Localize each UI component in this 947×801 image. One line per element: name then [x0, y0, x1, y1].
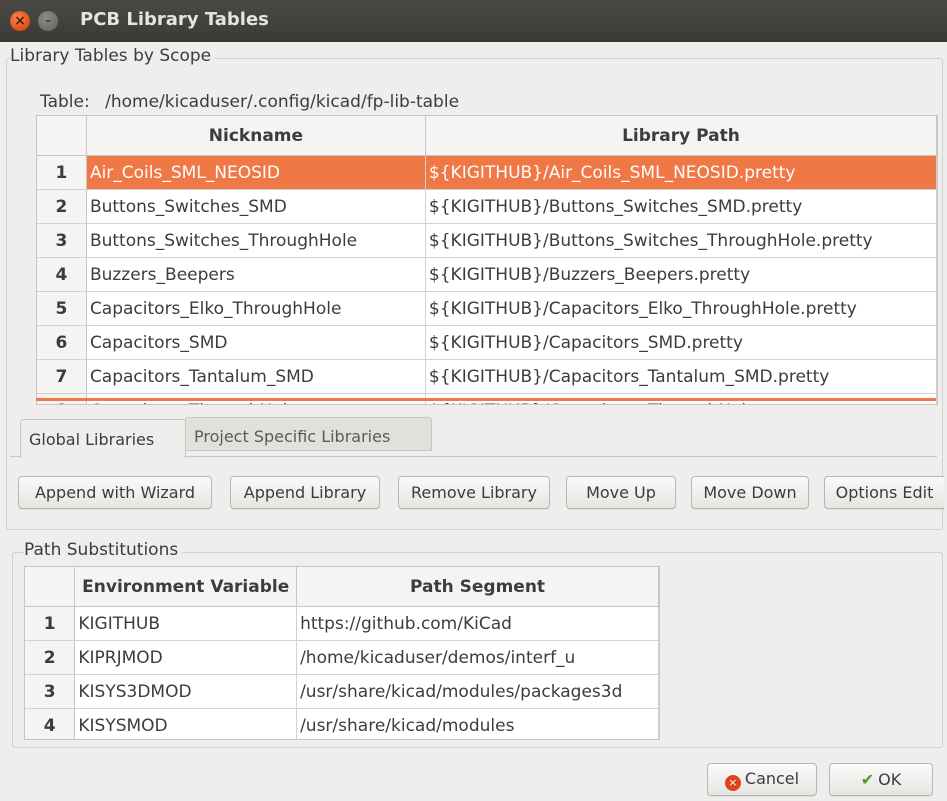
tab-label: Global Libraries	[29, 430, 155, 449]
environment-variable-column-header[interactable]: Environment Variable	[74, 567, 298, 607]
nickname-cell[interactable]: Buttons_Switches_ThroughHole	[86, 223, 426, 258]
append-library-button[interactable]: Append Library	[230, 476, 380, 509]
move-down-button[interactable]: Move Down	[691, 476, 809, 509]
row-number[interactable]: 6	[37, 325, 87, 360]
row-number[interactable]: 1	[25, 606, 76, 641]
scope-group-label: Library Tables by Scope	[10, 46, 216, 66]
checkmark-icon: ✔	[860, 770, 875, 789]
table-row[interactable]: 4 KISYSMOD /usr/share/kicad/modules	[25, 708, 659, 739]
cancel-button[interactable]: × Cancel	[707, 763, 817, 796]
nickname-cell[interactable]: Capacitors_SMD	[86, 325, 426, 360]
append-with-wizard-button[interactable]: Append with Wizard	[18, 476, 212, 509]
nickname-cell[interactable]: Buzzers_Beepers	[86, 257, 426, 292]
library-grid: Nickname Library Path 1 Air_Coils_SML_NE…	[37, 116, 937, 404]
path-substitutions-table[interactable]: Environment Variable Path Segment 1 KIGI…	[24, 566, 660, 740]
library-path-cell[interactable]: ${KIGITHUB}/Buttons_Switches_ThroughHole…	[425, 223, 937, 258]
library-path-cell[interactable]: ${KIGITHUB}/Capacitors_Elko_ThroughHole.…	[425, 291, 937, 326]
path-segment-cell[interactable]: /usr/share/kicad/modules	[296, 708, 659, 739]
path-segment-cell[interactable]: /home/kicaduser/demos/interf_u	[296, 640, 659, 675]
environment-variable-cell[interactable]: KIGITHUB	[74, 606, 298, 641]
path-segment-column-header[interactable]: Path Segment	[296, 567, 659, 607]
corner-header	[25, 567, 76, 607]
path-subs-grid: Environment Variable Path Segment 1 KIGI…	[25, 567, 659, 739]
remove-library-button[interactable]: Remove Library	[398, 476, 550, 509]
row-number[interactable]: 1	[37, 155, 87, 190]
table-row[interactable]: 1 KIGITHUB https://github.com/KiCad	[25, 606, 659, 641]
table-row[interactable]: 2 KIPRJMOD /home/kicaduser/demos/interf_…	[25, 640, 659, 675]
row-number[interactable]: 3	[37, 223, 87, 258]
cancel-icon: ×	[724, 774, 741, 791]
table-row[interactable]: 6 Capacitors_SMD ${KIGITHUB}/Capacitors_…	[37, 325, 937, 360]
environment-variable-cell[interactable]: KISYS3DMOD	[74, 674, 298, 709]
cancel-label: Cancel	[744, 768, 800, 788]
minimize-window-icon[interactable]: –	[38, 11, 58, 31]
table-path: Table: /home/kicaduser/.config/kicad/fp-…	[40, 92, 459, 112]
tab-label: Project Specific Libraries	[194, 427, 391, 446]
nickname-cell[interactable]: Capacitors_Elko_ThroughHole	[86, 291, 426, 326]
move-up-button[interactable]: Move Up	[566, 476, 676, 509]
library-path-cell[interactable]: ${KIGITHUB}/Buzzers_Beepers.pretty	[425, 257, 937, 292]
nickname-column-header[interactable]: Nickname	[86, 116, 426, 156]
library-table[interactable]: Nickname Library Path 1 Air_Coils_SML_NE…	[36, 115, 938, 405]
row-number[interactable]: 5	[37, 291, 87, 326]
path-segment-cell[interactable]: /usr/share/kicad/modules/packages3d	[296, 674, 659, 709]
ok-button[interactable]: ✔ OK	[829, 763, 933, 796]
path-segment-cell[interactable]: https://github.com/KiCad	[296, 606, 659, 641]
table-row[interactable]: 5 Capacitors_Elko_ThroughHole ${KIGITHUB…	[37, 291, 937, 326]
row-number[interactable]: 4	[37, 257, 87, 292]
table-row[interactable]: 2 Buttons_Switches_SMD ${KIGITHUB}/Butto…	[37, 189, 937, 224]
row-number[interactable]: 7	[37, 359, 87, 394]
corner-header	[37, 116, 87, 156]
library-path-column-header[interactable]: Library Path	[425, 116, 937, 156]
nickname-cell[interactable]: Air_Coils_SML_NEOSID	[86, 155, 426, 190]
row-number[interactable]: 2	[37, 189, 87, 224]
nickname-cell[interactable]: Buttons_Switches_SMD	[86, 189, 426, 224]
row-number[interactable]: 3	[25, 674, 76, 709]
tab-project-specific-libraries[interactable]: Project Specific Libraries	[185, 417, 432, 451]
path-subs-group-label: Path Substitutions	[24, 540, 183, 560]
library-path-cell[interactable]: ${KIGITHUB}/Air_Coils_SML_NEOSID.pretty	[425, 155, 937, 190]
table-row[interactable]: 3 Buttons_Switches_ThroughHole ${KIGITHU…	[37, 223, 937, 258]
window-titlebar: × – PCB Library Tables	[0, 0, 947, 42]
table-row[interactable]: 1 Air_Coils_SML_NEOSID ${KIGITHUB}/Air_C…	[37, 155, 937, 190]
ok-label: OK	[878, 770, 902, 789]
selection-cursor-line	[36, 398, 936, 401]
environment-variable-cell[interactable]: KIPRJMOD	[74, 640, 298, 675]
nickname-cell[interactable]: Capacitors_Tantalum_SMD	[86, 359, 426, 394]
library-path-cell[interactable]: ${KIGITHUB}/Capacitors_Tantalum_SMD.pret…	[425, 359, 937, 394]
table-path-value: /home/kicaduser/.config/kicad/fp-lib-tab…	[105, 92, 460, 112]
row-number[interactable]: 4	[25, 708, 76, 739]
close-window-icon[interactable]: ×	[10, 11, 30, 31]
window-title: PCB Library Tables	[80, 9, 269, 30]
table-row[interactable]: 4 Buzzers_Beepers ${KIGITHUB}/Buzzers_Be…	[37, 257, 937, 292]
library-path-cell[interactable]: ${KIGITHUB}/Buttons_Switches_SMD.pretty	[425, 189, 937, 224]
table-row[interactable]: 3 KISYS3DMOD /usr/share/kicad/modules/pa…	[25, 674, 659, 709]
options-edit-button[interactable]: Options Edit	[824, 476, 944, 509]
tab-global-libraries[interactable]: Global Libraries	[20, 419, 186, 458]
row-number[interactable]: 2	[25, 640, 76, 675]
environment-variable-cell[interactable]: KISYSMOD	[74, 708, 298, 739]
table-path-label: Table:	[40, 92, 90, 112]
library-path-cell[interactable]: ${KIGITHUB}/Capacitors_SMD.pretty	[425, 325, 937, 360]
table-row[interactable]: 7 Capacitors_Tantalum_SMD ${KIGITHUB}/Ca…	[37, 359, 937, 394]
